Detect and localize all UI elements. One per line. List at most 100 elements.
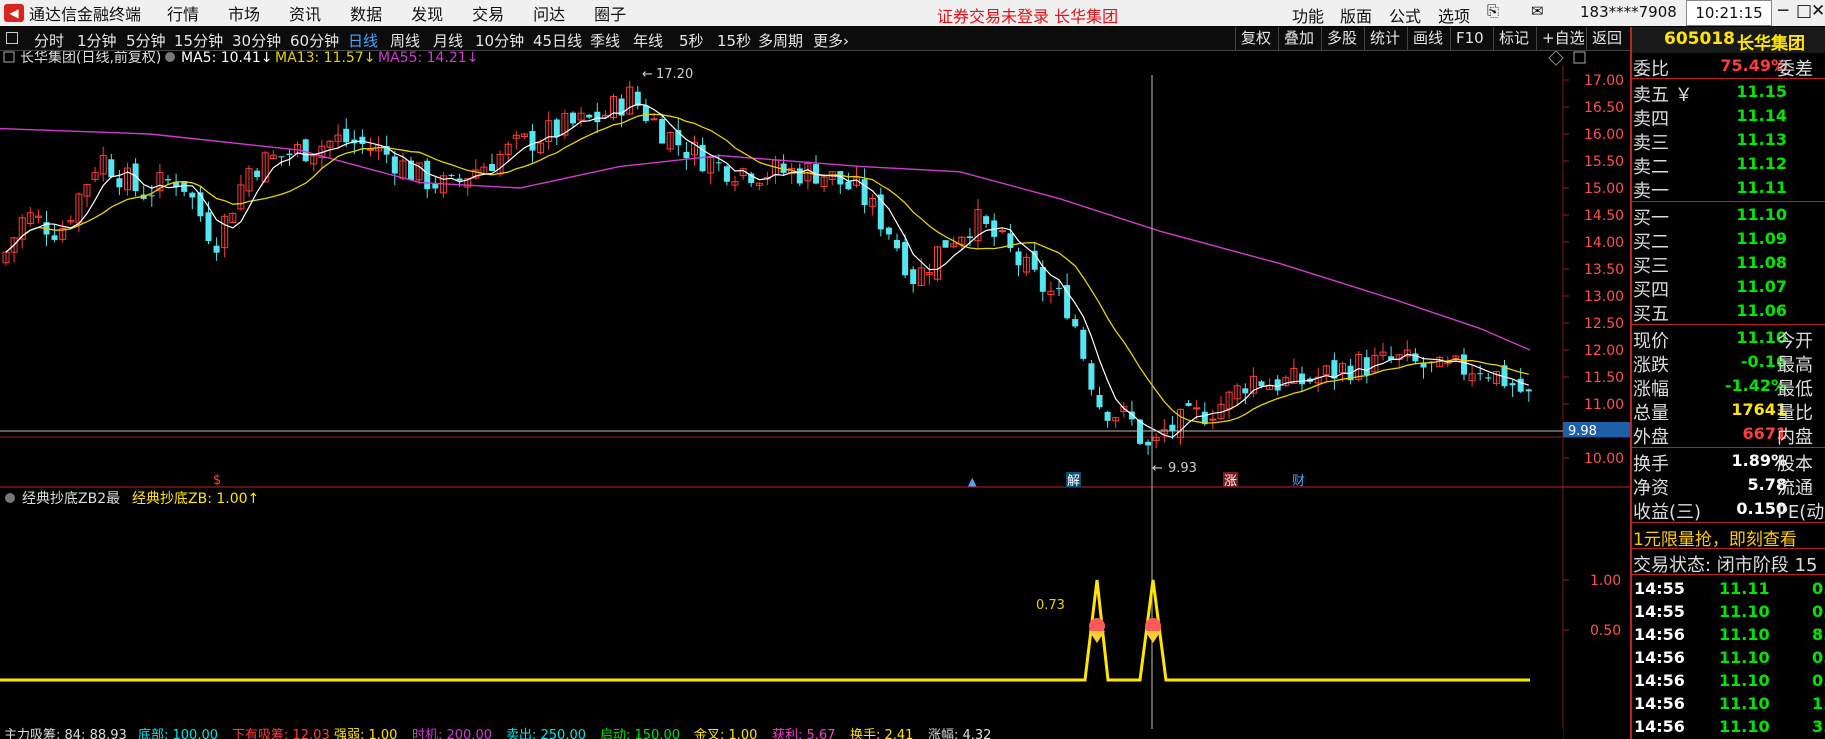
menu-item-zixun[interactable]: 资讯: [289, 1, 321, 25]
price-tick-label: 11.00: [1584, 397, 1624, 413]
buy5-row[interactable]: 买五 11.06: [1632, 299, 1825, 325]
candle-down: [1072, 319, 1079, 327]
layout-toggle-icon[interactable]: [6, 32, 18, 44]
sell1-row[interactable]: 卖一 11.11: [1632, 176, 1825, 202]
chevron-right-icon: ›: [843, 32, 850, 50]
mail-icon[interactable]: ✉: [1531, 2, 1544, 20]
period-15min[interactable]: 15分钟: [174, 30, 223, 51]
mark-button[interactable]: 标记: [1493, 27, 1534, 51]
maximize-icon[interactable]: □: [1796, 1, 1812, 21]
candle-down: [1039, 266, 1046, 292]
bottom-strip-item: 主力吸筹: 84: 88.93: [4, 727, 127, 739]
quote-panel: 605018 长华集团 委比 75.49% 委差 卖五 ￥ 11.15 卖四 11.…: [1630, 27, 1825, 739]
separator: [1632, 324, 1825, 325]
candle-down: [1064, 285, 1071, 319]
user-phone[interactable]: 183****7908: [1580, 3, 1677, 21]
candle-down: [1461, 354, 1467, 375]
quote-row-change: 涨跌 -0.16 最高: [1632, 350, 1825, 376]
menu-item-jiaoyi[interactable]: 交易: [472, 1, 504, 25]
menu-item-wenda[interactable]: 问达: [533, 1, 565, 25]
event-marker-zhang[interactable]: 涨: [1224, 474, 1237, 489]
menu-item-shuju[interactable]: 数据: [350, 1, 382, 25]
buy1-row[interactable]: 买一 11.10: [1632, 203, 1825, 229]
bottom-strip-item: 换手: 2.41: [850, 728, 913, 739]
period-5min[interactable]: 5分钟: [126, 30, 166, 51]
draw-line-button[interactable]: 画线: [1407, 27, 1448, 51]
diamond-icon[interactable]: [1548, 51, 1564, 66]
fuquan-button[interactable]: 复权: [1235, 27, 1276, 51]
menu-item-quanzi[interactable]: 圈子: [594, 1, 626, 25]
add-watchlist-button[interactable]: +自选: [1536, 27, 1590, 51]
buy4-row[interactable]: 买四 11.07: [1632, 275, 1825, 301]
high-marker: ←: [642, 67, 653, 82]
event-marker-jie[interactable]: 解: [1067, 474, 1080, 489]
period-5s[interactable]: 5秒: [679, 30, 704, 51]
period-15s[interactable]: 15秒: [717, 30, 751, 51]
chart-menu-icon[interactable]: [3, 51, 15, 63]
menu-item-shichang[interactable]: 市场: [228, 1, 260, 25]
stats-button[interactable]: 统计: [1364, 27, 1405, 51]
ma13-label: MA13: 11.57↓: [275, 51, 375, 66]
buy2-row[interactable]: 买二 11.09: [1632, 227, 1825, 253]
menu-item-gongshi[interactable]: 公式: [1389, 3, 1421, 27]
event-marker-cai[interactable]: 财: [1292, 474, 1305, 489]
tick-volume: 0.: [1812, 671, 1825, 690]
period-fenshi[interactable]: 分时: [34, 30, 64, 51]
candle-down: [302, 139, 309, 162]
menu-item-faxian[interactable]: 发现: [411, 1, 443, 25]
candle-down: [286, 153, 293, 156]
period-year[interactable]: 年线: [633, 30, 663, 51]
period-10min[interactable]: 10分钟: [475, 30, 524, 51]
sell5-row[interactable]: 卖五 ￥ 11.15: [1632, 80, 1825, 106]
menu-item-xuanxiang[interactable]: 选项: [1438, 3, 1470, 27]
back-button[interactable]: 返回: [1586, 27, 1627, 51]
close-icon[interactable]: ✕: [1811, 1, 1825, 21]
period-1min[interactable]: 1分钟: [77, 30, 117, 51]
event-marker-dollar[interactable]: $: [213, 473, 221, 488]
menu-item-banmian[interactable]: 版面: [1340, 3, 1372, 27]
candle-down: [1015, 251, 1022, 266]
tick-time: 14:55: [1634, 602, 1685, 621]
clock: 10:21:15 周六: [1686, 0, 1772, 46]
fund-row-netasset: 净资 5.78 流通: [1632, 473, 1825, 499]
candle-down: [424, 160, 431, 190]
candle-down: [553, 119, 560, 137]
clipboard-icon[interactable]: ⎘: [1487, 2, 1499, 20]
period-daily[interactable]: 日线: [348, 30, 378, 51]
window-icon[interactable]: [1573, 51, 1586, 64]
sell3-row[interactable]: 卖三 11.13: [1632, 128, 1825, 154]
overlay-button[interactable]: 叠加: [1278, 27, 1319, 51]
period-45day[interactable]: 45日线: [533, 30, 582, 51]
ad-banner[interactable]: 1元限量抢，即刻查看: [1632, 524, 1825, 550]
login-notice[interactable]: 证券交易未登录 长华集团: [937, 3, 1118, 27]
sell2-row[interactable]: 卖二 11.12: [1632, 152, 1825, 178]
period-60min[interactable]: 60分钟: [290, 30, 339, 51]
period-more[interactable]: 更多›: [813, 30, 849, 51]
candle-down: [894, 239, 900, 249]
price-tick-label: 17.00: [1584, 73, 1624, 89]
candle-down: [1056, 287, 1062, 289]
menu-item-hangqing[interactable]: 行情: [167, 1, 199, 25]
tick-volume: 0.: [1812, 602, 1825, 621]
period-30min[interactable]: 30分钟: [232, 30, 281, 51]
buy3-row[interactable]: 买三 11.08: [1632, 251, 1825, 277]
event-marker-arrow[interactable]: ▲: [968, 475, 977, 488]
multi-stock-button[interactable]: 多股: [1321, 27, 1362, 51]
sell4-row[interactable]: 卖四 11.14: [1632, 104, 1825, 130]
kline-chart[interactable]: 长华集团(日线,前复权) MA5: 10.41↓ MA13: 11.57↓ MA…: [0, 51, 1630, 739]
indicator-toggle-icon[interactable]: [165, 52, 175, 62]
minimize-icon[interactable]: ─: [1778, 1, 1788, 21]
period-weekly[interactable]: 周线: [390, 30, 420, 51]
period-monthly[interactable]: 月线: [433, 30, 463, 51]
candle-down: [683, 151, 690, 159]
indicator-pane-icon[interactable]: [5, 493, 15, 503]
quote-row-outer: 外盘 6671 内盘: [1632, 422, 1825, 448]
separator: [1632, 201, 1825, 202]
candle-down: [1088, 363, 1095, 390]
price-tick-label: 10.00: [1584, 451, 1624, 467]
period-multi[interactable]: 多周期: [758, 30, 803, 51]
sell3-price: 11.13: [1736, 130, 1787, 149]
period-quarter[interactable]: 季线: [590, 30, 620, 51]
f10-button[interactable]: F10: [1450, 27, 1489, 51]
menu-item-gongneng[interactable]: 功能: [1292, 3, 1324, 27]
